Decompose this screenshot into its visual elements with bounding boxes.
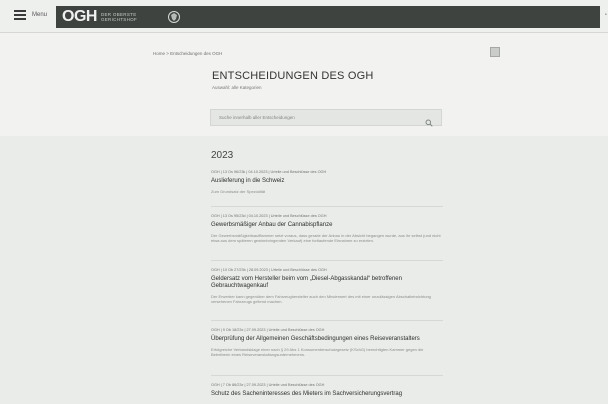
list-item[interactable]: OGH | 7 Ob 86/23x | 27.09.2023 | Urteile… xyxy=(211,383,443,402)
entry-meta: OGH | 13 Os 95/23d | 04.10.2023 | Urteil… xyxy=(211,214,327,218)
entry-title[interactable]: Auslieferung in die Schweiz xyxy=(211,178,443,185)
breadcrumb[interactable]: Home > Entscheidungen des OGH xyxy=(153,51,222,56)
entry-description: Der Erwerber kann gegenüber dem Fahrzeug… xyxy=(211,294,431,304)
menu-label: Menu xyxy=(32,12,48,18)
entry-description: Zum Grundsatz der Spezialität xyxy=(211,189,266,194)
entry-meta: OGH | 10 Ob 27/23b | 28.09.2023 | Urteil… xyxy=(211,268,327,272)
brand-bar: OGH Der Oberste Gerichtshof xyxy=(56,6,600,28)
top-bar: Menu OGH Der Oberste Gerichtshof ⚬ xyxy=(0,0,608,33)
brand-subtitle: Der Oberste Gerichtshof xyxy=(101,12,137,22)
entry-meta: OGH | 7 Ob 86/23x | 27.09.2023 | Urteile… xyxy=(211,383,325,387)
divider xyxy=(211,260,443,261)
entry-description: Erfolgreiche Verbandsklage einer nach § … xyxy=(211,347,424,357)
entry-description: Der Gewerbsmäßigkeitsaufflammer setzt vo… xyxy=(211,233,441,243)
menu-button[interactable]: Menu xyxy=(14,10,47,20)
hamburger-icon xyxy=(14,10,26,20)
page: Menu OGH Der Oberste Gerichtshof ⚬ Home … xyxy=(0,0,608,404)
print-icon[interactable] xyxy=(490,47,500,57)
year-heading: 2023 xyxy=(211,150,234,161)
entry-title[interactable]: Überprüfung der Allgemeinen Geschäftsbed… xyxy=(211,336,443,343)
list-item[interactable]: OGH | 9 Ob 18/23x | 27.09.2023 | Urteile… xyxy=(211,328,443,357)
entry-title[interactable]: Schutz des Sacheninteresses des Mieters … xyxy=(211,391,443,398)
entry-meta: OGH | 13 Os 96/23k | 04.10.2023 | Urteil… xyxy=(211,170,327,174)
list-item[interactable]: OGH | 13 Os 96/23k | 04.10.2023 | Urteil… xyxy=(211,170,443,194)
entry-meta: OGH | 9 Ob 18/23x | 27.09.2023 | Urteile… xyxy=(211,328,325,332)
search-icon[interactable] xyxy=(425,114,433,127)
entry-title[interactable]: Gewerbsmäßiger Anbau der Cannabispflanze xyxy=(211,222,443,229)
list-item[interactable]: OGH | 10 Ob 27/23b | 28.09.2023 | Urteil… xyxy=(211,268,443,304)
page-title: ENTSCHEIDUNGEN DES OGH xyxy=(212,70,374,82)
search-input[interactable]: Suche innerhalb aller Entscheidungen xyxy=(210,109,442,127)
list-item[interactable]: OGH | 13 Os 95/23d | 04.10.2023 | Urteil… xyxy=(211,214,443,243)
search-toggle-icon[interactable]: ⚬ xyxy=(604,12,608,18)
brand-logo[interactable]: OGH xyxy=(62,8,97,26)
divider xyxy=(211,206,443,207)
search-placeholder: Suche innerhalb aller Entscheidungen xyxy=(219,115,295,120)
divider xyxy=(211,375,443,376)
page-subtitle: Auswahl: alle Kategorien xyxy=(212,85,262,90)
crest-icon xyxy=(167,10,181,24)
entry-title[interactable]: Geldersatz vom Hersteller beim vom „Dies… xyxy=(211,276,443,290)
brand-subtitle-line2: Gerichtshof xyxy=(100,17,138,22)
divider xyxy=(211,320,443,321)
